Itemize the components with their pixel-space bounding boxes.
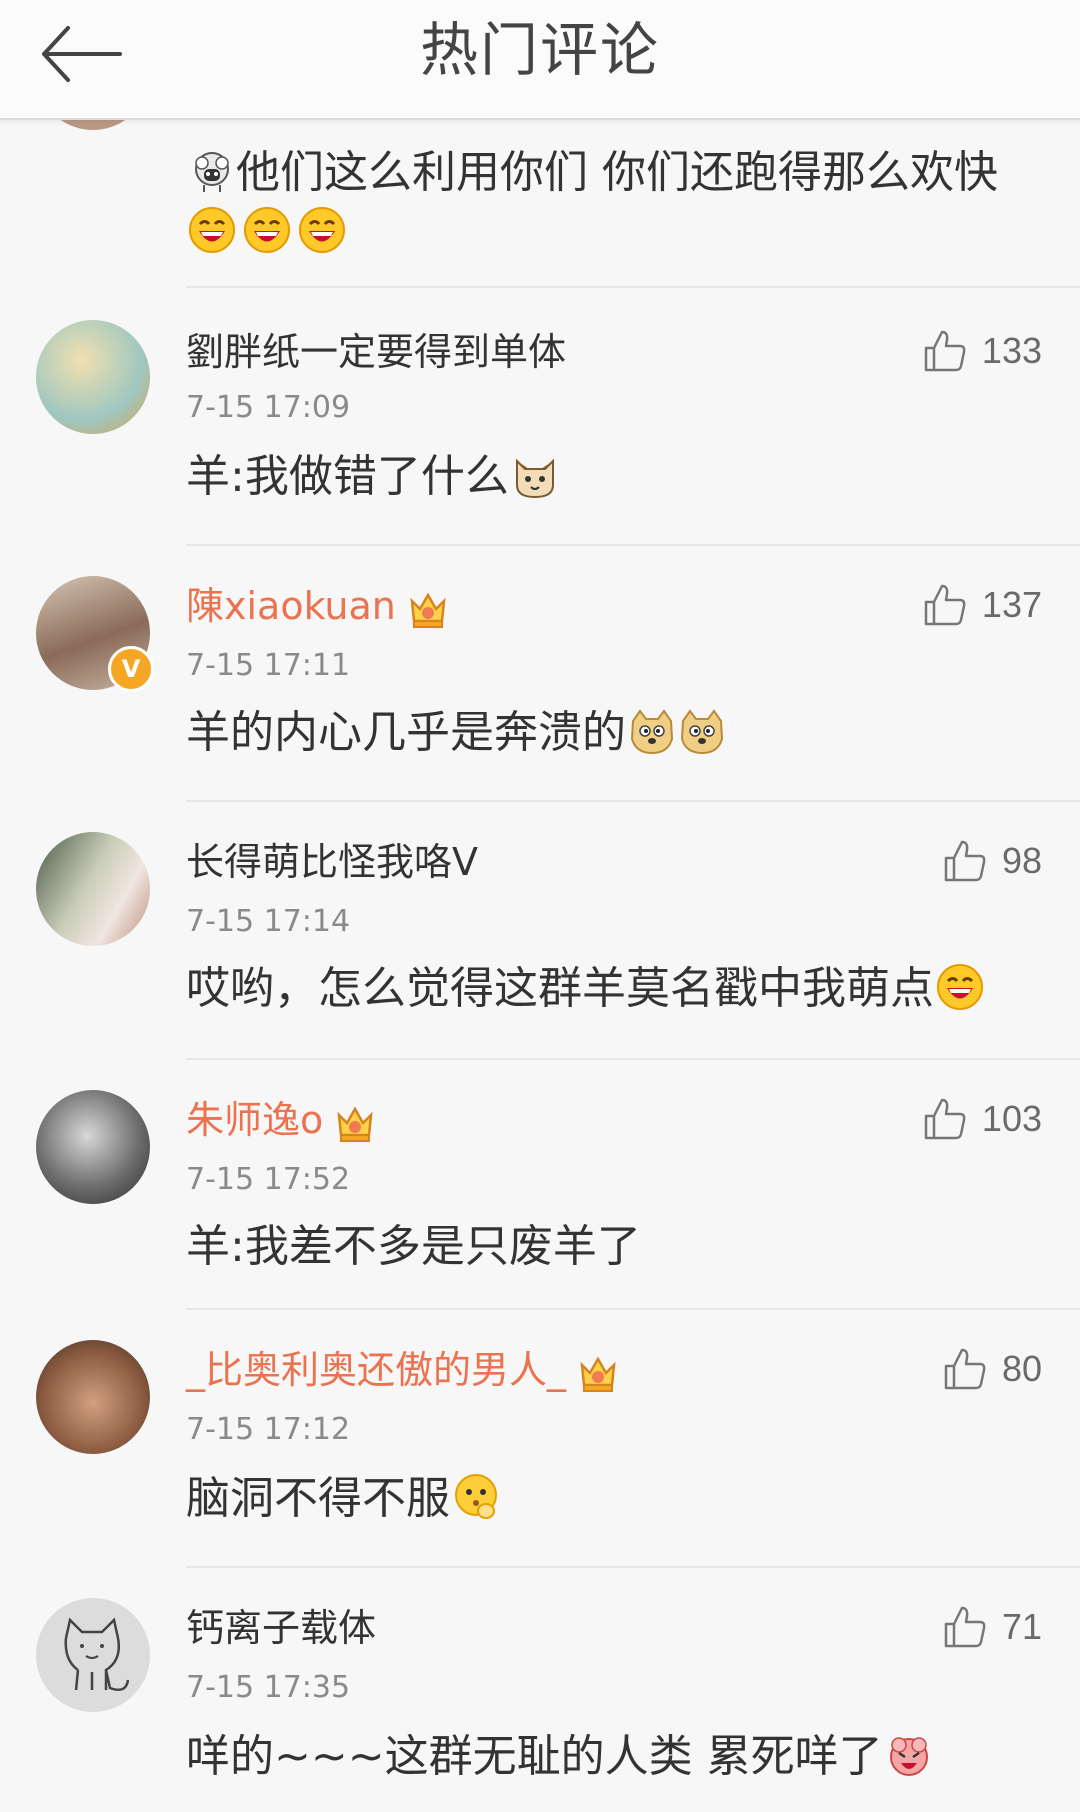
- divider: [186, 800, 1080, 802]
- like-button[interactable]: 137: [922, 580, 1042, 630]
- username[interactable]: 劉胖纸一定要得到单体: [186, 328, 566, 376]
- divider: [186, 1308, 1080, 1310]
- comment-text-content: 脑洞不得不服: [186, 1473, 450, 1524]
- like-count: 98: [1001, 840, 1042, 881]
- thumbs-up-icon: [944, 840, 986, 882]
- comment-text-content: 哎哟，怎么觉得这群羊莫名戳中我萌点: [186, 963, 934, 1014]
- page-title: 热门评论: [419, 16, 660, 84]
- laugh-emoji-icon: [299, 207, 346, 253]
- laugh-emoji-icon: [189, 207, 235, 253]
- thumbs-up-icon: [924, 330, 966, 372]
- comment-time: 7-15 17:35: [186, 1670, 351, 1705]
- thumbs-up-icon: [944, 1348, 986, 1390]
- avatar[interactable]: [36, 1090, 150, 1204]
- comment-text: 脑洞不得不服: [186, 1470, 1040, 1528]
- comment-text-content: 咩的~~~这群无耻的人类 累死咩了: [186, 1731, 883, 1782]
- crown-icon: [410, 591, 446, 628]
- comment-text-content: 羊的内心几乎是奔溃的: [186, 707, 626, 758]
- avatar[interactable]: [36, 1340, 150, 1454]
- username[interactable]: 钙离子载体: [186, 1604, 376, 1652]
- cat-emoji-icon: [515, 458, 554, 499]
- comment-time: 7-15 17:52: [186, 1162, 351, 1197]
- username[interactable]: _比奥利奥还傲的男人_: [186, 1346, 620, 1395]
- username[interactable]: 长得萌比怪我咯V: [186, 838, 478, 886]
- username-text: 陳xiaokuan: [186, 584, 396, 628]
- thumbs-up-icon: [924, 1098, 966, 1140]
- comment-text: 羊的内心几乎是奔溃的: [186, 704, 1040, 762]
- divider: [186, 286, 1080, 288]
- like-button[interactable]: 103: [922, 1094, 1042, 1144]
- top-bar: 热门评论: [0, 0, 1080, 120]
- verified-badge: V: [108, 646, 154, 692]
- username[interactable]: 陳xiaokuan: [186, 582, 450, 631]
- thinking-emoji-icon: [455, 1474, 497, 1519]
- doge-emoji-icon: [630, 709, 674, 755]
- username-text: _比奥利奥还傲的男人_: [186, 1348, 567, 1392]
- comment-text: 哎哟，怎么觉得这群羊莫名戳中我萌点: [186, 960, 1040, 1018]
- comment-text: 羊:我差不多是只废羊了: [186, 1221, 641, 1272]
- username[interactable]: 朱师逸o: [186, 1096, 377, 1145]
- divider: [186, 1058, 1080, 1060]
- sheep-emoji-icon: [195, 152, 229, 192]
- comment-time: 7-15 17:14: [186, 904, 351, 939]
- like-button[interactable]: 80: [942, 1344, 1042, 1394]
- laugh-emoji-icon: [937, 964, 983, 1010]
- avatar[interactable]: [36, 832, 150, 946]
- comment-text-content: 他们这么利用你们 你们还跑得那么欢快: [236, 147, 998, 198]
- like-button[interactable]: 133: [922, 326, 1042, 376]
- crown-icon: [337, 1105, 373, 1142]
- like-count: 103: [981, 1098, 1042, 1139]
- like-count: 133: [981, 330, 1042, 371]
- comment-text: 羊:我做错了什么: [186, 448, 1040, 506]
- comment-time: 7-15 17:09: [186, 390, 351, 425]
- crying-sheep-emoji-icon: [889, 1737, 928, 1776]
- comment-time: 7-15 17:11: [186, 648, 351, 683]
- like-count: 137: [981, 584, 1042, 625]
- divider: [186, 1566, 1080, 1568]
- comment-time: 7-15 17:12: [186, 1412, 351, 1447]
- like-count: 71: [1001, 1606, 1042, 1647]
- cat-drawing-icon: [64, 1617, 130, 1691]
- laugh-emoji-icon: [244, 207, 291, 253]
- divider: [186, 544, 1080, 546]
- avatar[interactable]: [36, 320, 150, 434]
- username-text: 朱师逸o: [186, 1098, 324, 1142]
- doge-emoji-icon: [680, 709, 724, 755]
- like-count: 80: [1001, 1348, 1042, 1389]
- like-button[interactable]: 71: [942, 1602, 1042, 1652]
- crown-icon: [580, 1355, 616, 1392]
- avatar[interactable]: [36, 1598, 150, 1712]
- emoji-row: [186, 206, 346, 254]
- comment-text: 他们这么利用你们 你们还跑得那么欢快: [186, 144, 1040, 202]
- thumbs-up-icon: [944, 1606, 986, 1648]
- comment-text-content: 羊:我做错了什么: [186, 451, 509, 502]
- comment-text: 咩的~~~这群无耻的人类 累死咩了: [186, 1728, 1040, 1786]
- like-button[interactable]: 98: [942, 836, 1042, 886]
- thumbs-up-icon: [924, 584, 966, 626]
